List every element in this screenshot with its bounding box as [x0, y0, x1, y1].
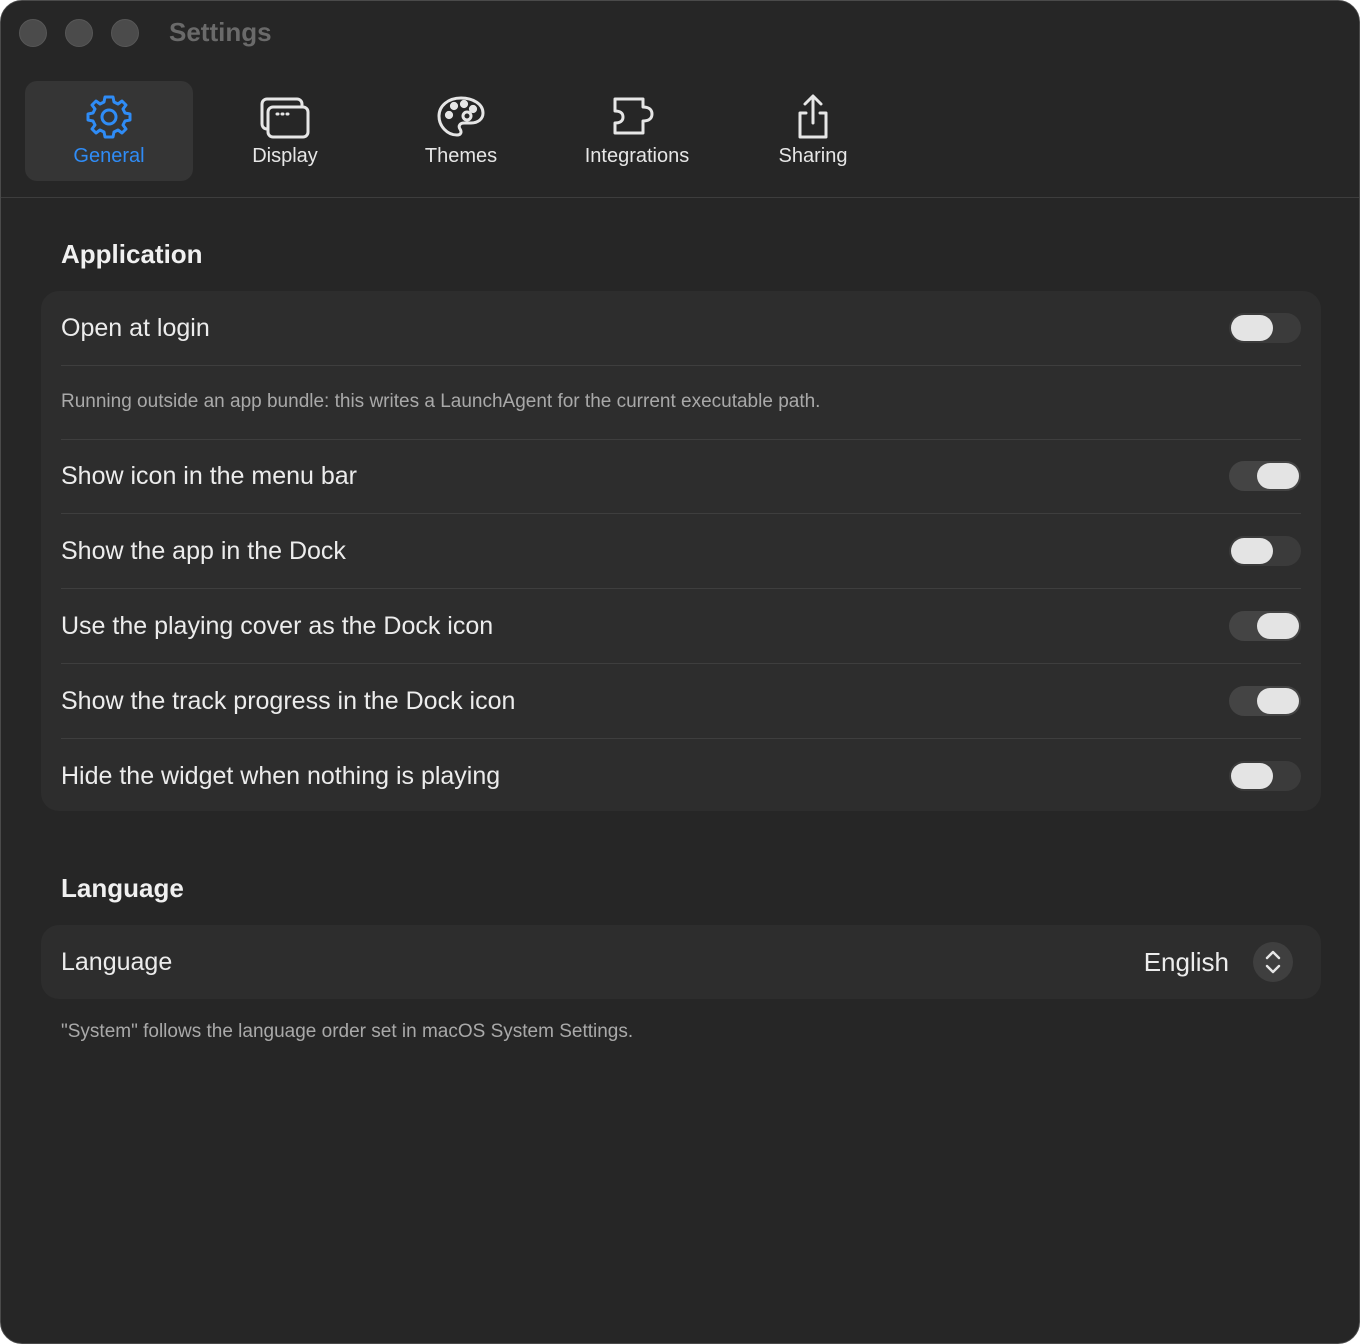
section-title-language: Language — [61, 873, 184, 903]
tab-label: General — [73, 145, 145, 167]
setting-row-language[interactable]: Language English — [61, 925, 1301, 999]
setting-label: Open at login — [61, 314, 210, 342]
show-in-dock-toggle[interactable] — [1229, 536, 1301, 566]
launch-agent-note: Running outside an app bundle: this writ… — [61, 391, 821, 412]
setting-row-hide-widget: Hide the widget when nothing is playing — [61, 739, 1301, 813]
setting-row-show-in-dock: Show the app in the Dock — [61, 514, 1301, 589]
window-title: Settings — [169, 17, 272, 47]
tab-display[interactable]: Display — [201, 81, 369, 181]
zoom-window-button[interactable] — [111, 19, 139, 47]
tab-label: Integrations — [584, 145, 690, 167]
setting-row-menu-bar-icon: Show icon in the menu bar — [61, 439, 1301, 514]
language-settings-card: Language English — [41, 925, 1321, 999]
open-at-login-toggle[interactable] — [1229, 313, 1301, 343]
language-footnote: "System" follows the language order set … — [61, 1021, 634, 1042]
setting-label: Show the track progress in the Dock icon — [61, 687, 516, 715]
setting-label: Show icon in the menu bar — [61, 462, 358, 490]
setting-row-cover-dock-icon: Use the playing cover as the Dock icon — [61, 589, 1301, 664]
palette-icon — [434, 93, 488, 141]
display-icon — [258, 93, 312, 141]
section-title-application: Application — [61, 239, 203, 269]
language-value[interactable]: English — [1144, 925, 1229, 999]
hide-widget-toggle[interactable] — [1229, 761, 1301, 791]
settings-window: Settings General Display Themes Integrat… — [0, 0, 1360, 1344]
setting-row-open-at-login: Open at login — [61, 291, 1301, 366]
tab-general[interactable]: General — [25, 81, 193, 181]
language-popup-button[interactable] — [1253, 942, 1293, 982]
setting-note-row: Running outside an app bundle: this writ… — [61, 365, 1301, 440]
application-settings-card: Open at login Running outside an app bun… — [41, 291, 1321, 811]
close-window-button[interactable] — [19, 19, 47, 47]
setting-label: Show the app in the Dock — [61, 537, 346, 565]
up-down-chevron-icon — [1265, 950, 1281, 974]
track-progress-toggle[interactable] — [1229, 686, 1301, 716]
tab-sharing[interactable]: Sharing — [729, 81, 897, 181]
setting-row-track-progress: Show the track progress in the Dock icon — [61, 664, 1301, 739]
minimize-window-button[interactable] — [65, 19, 93, 47]
menu-bar-icon-toggle[interactable] — [1229, 461, 1301, 491]
tab-integrations[interactable]: Integrations — [553, 81, 721, 181]
setting-label: Hide the widget when nothing is playing — [61, 762, 501, 790]
title-bar: Settings General Display Themes Integrat… — [1, 1, 1359, 198]
tab-label: Display — [252, 145, 318, 167]
share-icon — [786, 93, 840, 141]
gear-icon — [82, 93, 136, 141]
setting-label: Language — [61, 948, 173, 976]
setting-label: Use the playing cover as the Dock icon — [61, 612, 494, 640]
tab-themes[interactable]: Themes — [377, 81, 545, 181]
cover-dock-icon-toggle[interactable] — [1229, 611, 1301, 641]
tab-label: Sharing — [778, 145, 848, 167]
tab-label: Themes — [424, 145, 498, 167]
puzzle-icon — [610, 93, 664, 141]
